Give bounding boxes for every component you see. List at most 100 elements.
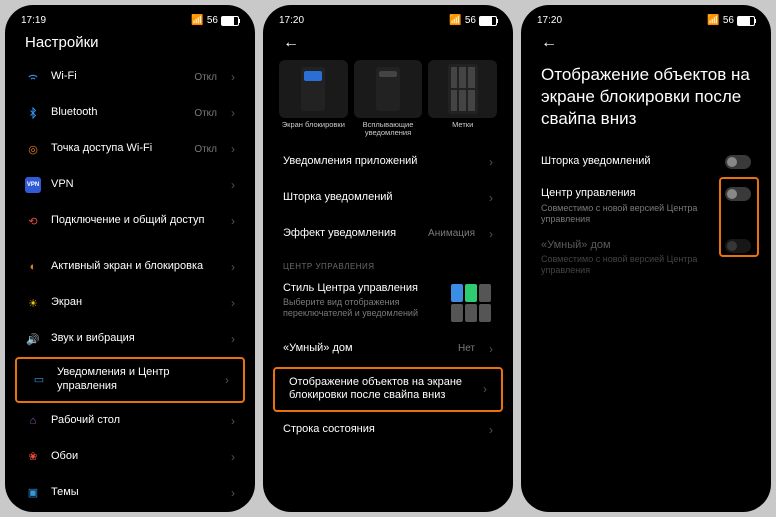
item-label: Bluetooth (51, 106, 184, 120)
back-button[interactable]: ← (541, 34, 557, 52)
item-home[interactable]: ⌂ Рабочий стол › (11, 403, 249, 439)
screen-3: 17:20 📶 56 ← Отображение объектов на экр… (527, 11, 765, 506)
item-label: VPN (51, 178, 221, 192)
status-time: 17:20 (279, 15, 304, 26)
aod-icon: ◐ (25, 259, 41, 275)
page-title: Настройки (25, 34, 99, 51)
item-vpn[interactable]: VPN VPN › (11, 167, 249, 203)
wifi-icon (25, 69, 41, 85)
share-icon: ⟲ (25, 213, 41, 229)
item-cc-style[interactable]: Стиль Центра управления Выберите вид ото… (269, 275, 507, 331)
item-value: Откл (194, 72, 217, 83)
item-smarthome-toggle: «Умный» дом Совместимо с новой версией Ц… (527, 232, 765, 283)
signal-value: 56 (207, 15, 218, 26)
item-value: Откл (194, 108, 217, 119)
item-label: Cтрока состояния (283, 423, 479, 437)
toggle-switch-disabled (725, 239, 751, 253)
toggle-switch[interactable] (725, 187, 751, 201)
chevron-right-icon: › (489, 423, 493, 437)
item-notification-effect[interactable]: Эффект уведомления Анимация › (269, 216, 507, 252)
item-label: Рабочий стол (51, 414, 221, 428)
item-label: Уведомления и Центр управления (57, 366, 215, 394)
chevron-right-icon: › (231, 486, 235, 500)
toggle-switch[interactable] (725, 155, 751, 169)
signal-icon: 📶 (707, 15, 719, 26)
item-smart-home[interactable]: «Умный» дом Нет › (269, 331, 507, 367)
status-bar: 17:20 📶 56 (527, 11, 765, 28)
header: ← (269, 28, 507, 60)
vpn-icon: VPN (25, 177, 41, 193)
thumbnail-row: Экран блокировки Всплывающие уведомления… (269, 60, 507, 144)
item-value: Анимация (428, 228, 475, 239)
phone-frame-1: 17:19 📶 56 Настройки Wi-Fi Откл › Blueto… (5, 5, 255, 512)
item-wifi[interactable]: Wi-Fi Откл › (11, 59, 249, 95)
home-icon: ⌂ (25, 413, 41, 429)
item-label: Темы (51, 486, 221, 500)
item-sharing[interactable]: ⟲ Подключение и общий доступ › (11, 203, 249, 239)
item-label: Обои (51, 450, 221, 464)
item-notifications-cc[interactable]: ▭ Уведомления и Центр управления › (17, 359, 243, 401)
item-lock-display[interactable]: Отображение объектов на экране блокировк… (275, 369, 501, 411)
back-button[interactable]: ← (283, 34, 299, 52)
item-label: Wi-Fi (51, 70, 184, 84)
cc-preview-icon (449, 282, 493, 324)
item-bluetooth[interactable]: Bluetooth Откл › (11, 95, 249, 131)
chevron-right-icon: › (483, 382, 487, 396)
chevron-right-icon: › (489, 227, 493, 241)
wallpaper-icon: ❀ (25, 449, 41, 465)
battery-icon (221, 16, 239, 26)
item-label: «Умный» дом (541, 239, 715, 253)
thumb-popup[interactable]: Всплывающие уведомления (354, 60, 423, 138)
item-label: Шторка уведомлений (541, 155, 715, 169)
chevron-right-icon: › (231, 414, 235, 428)
chevron-right-icon: › (231, 214, 235, 228)
item-sub: Совместимо с новой версией Центра управл… (541, 203, 715, 225)
brightness-icon: ☀ (25, 295, 41, 311)
chevron-right-icon: › (231, 332, 235, 346)
notifications-icon: ▭ (31, 372, 47, 388)
item-aod[interactable]: ◐ Активный экран и блокировка › (11, 249, 249, 285)
signal-value: 56 (723, 15, 734, 26)
item-sound[interactable]: 🔊 Звук и вибрация › (11, 321, 249, 357)
battery-icon (737, 16, 755, 26)
chevron-right-icon: › (231, 260, 235, 274)
page-title: Отображение объектов на экране блокировк… (527, 60, 765, 144)
item-label: Уведомления приложений (283, 155, 479, 169)
item-notification-shade[interactable]: Шторка уведомлений › (269, 180, 507, 216)
item-themes[interactable]: ▣ Темы › (11, 475, 249, 507)
thumb-badges[interactable]: Метки (428, 60, 497, 138)
chevron-right-icon: › (231, 106, 235, 120)
item-wallpaper[interactable]: ❀ Обои › (11, 439, 249, 475)
status-time: 17:19 (21, 15, 46, 26)
item-label: Шторка уведомлений (283, 191, 479, 205)
item-label: Активный экран и блокировка (51, 260, 221, 274)
chevron-right-icon: › (489, 342, 493, 356)
battery-icon (479, 16, 497, 26)
chevron-right-icon: › (225, 373, 229, 387)
item-value: Нет (458, 343, 475, 354)
signal-icon: 📶 (449, 15, 461, 26)
item-label: Стиль Центра управления (283, 282, 439, 296)
item-hotspot[interactable]: ◎ Точка доступа Wi-Fi Откл › (11, 131, 249, 167)
chevron-right-icon: › (231, 450, 235, 464)
item-display[interactable]: ☀ Экран › (11, 285, 249, 321)
item-shade-toggle[interactable]: Шторка уведомлений (527, 144, 765, 180)
screen-2: 17:20 📶 56 ← Экран блокировки Всплывающи… (269, 11, 507, 506)
thumb-lockscreen[interactable]: Экран блокировки (279, 60, 348, 138)
sound-icon: 🔊 (25, 331, 41, 347)
item-label: Отображение объектов на экране блокировк… (289, 376, 473, 404)
item-label: Экран (51, 296, 221, 310)
item-status-line[interactable]: Cтрока состояния › (269, 412, 507, 448)
hotspot-icon: ◎ (25, 141, 41, 157)
chevron-right-icon: › (489, 155, 493, 169)
phone-frame-2: 17:20 📶 56 ← Экран блокировки Всплывающи… (263, 5, 513, 512)
signal-value: 56 (465, 15, 476, 26)
item-app-notifications[interactable]: Уведомления приложений › (269, 144, 507, 180)
item-value: Откл (194, 144, 217, 155)
item-label: Эффект уведомления (283, 227, 418, 241)
screen-1: 17:19 📶 56 Настройки Wi-Fi Откл › Blueto… (11, 11, 249, 506)
signal-icon: 📶 (191, 15, 203, 26)
status-bar: 17:19 📶 56 (11, 11, 249, 28)
item-sub: Выберите вид отображения переключателей … (283, 297, 439, 319)
header: Настройки (11, 28, 249, 59)
